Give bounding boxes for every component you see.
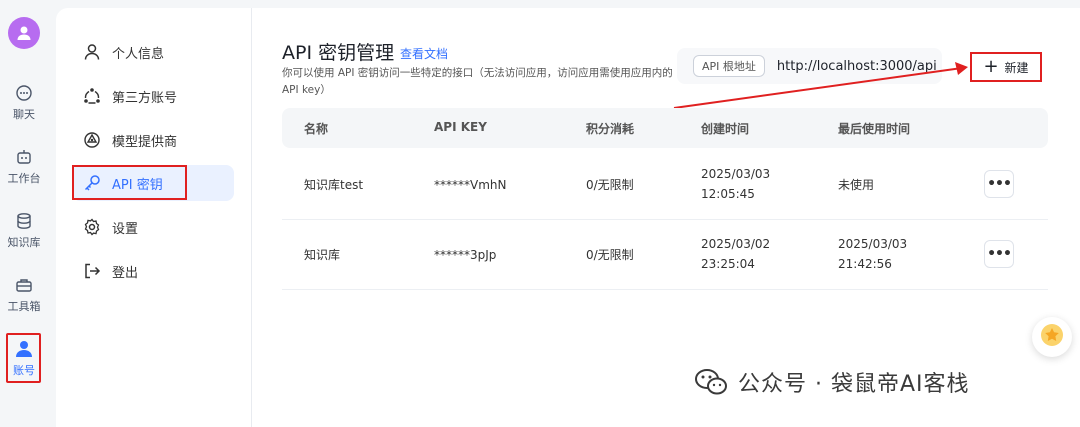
more-button[interactable]: ••• (984, 240, 1014, 268)
cell-key: ******3pJp (434, 248, 497, 262)
more-button[interactable]: ••• (984, 170, 1014, 198)
menu-item-settings[interactable]: 设置 (72, 209, 234, 245)
cell-last-used-time: 21:42:56 (838, 257, 892, 271)
new-key-label: 新建 (1004, 60, 1029, 75)
person-icon (82, 42, 102, 62)
wechat-icon (695, 369, 727, 395)
cell-usage: 0/无限制 (586, 248, 634, 262)
annotation-box (6, 333, 41, 383)
watermark: 公众号 · 袋鼠帝AI客栈 (694, 366, 970, 398)
rail-item-label: 知识库 (7, 236, 41, 249)
share-icon (82, 86, 102, 106)
cell-created-date: 2025/03/02 (701, 237, 771, 251)
app-rail: 聊天 工作台 知识库 工具箱 账号 (0, 0, 48, 427)
menu-item-logout[interactable]: 登出 (72, 253, 234, 289)
table-row: 知识库 ******3pJp 0/无限制 2025/03/02 23:25:04… (282, 220, 1048, 290)
menu-item-profile[interactable]: 个人信息 (72, 34, 234, 70)
col-usage: 积分消耗 (586, 122, 635, 136)
api-base-url: API 根地址 http://localhost:3000/api (677, 48, 942, 84)
api-key-panel: API 密钥管理 查看文档 你可以使用 API 密钥访问一些特定的接口（无法访问… (252, 8, 1080, 427)
plus-icon: + (983, 56, 999, 77)
rail-item-label: 工具箱 (7, 300, 41, 313)
favorite-button[interactable] (1032, 317, 1072, 357)
menu-item-label: 模型提供商 (112, 134, 178, 150)
page-description: 你可以使用 API 密钥访问一些特定的接口（无法访问应用，访问应用需使用应用内的… (282, 67, 673, 96)
logout-icon (82, 261, 102, 281)
base-url-value[interactable]: http://localhost:3000/api (777, 59, 937, 74)
rail-item-label: 聊天 (13, 108, 35, 121)
cell-key: ******VmhN (434, 178, 507, 192)
menu-item-label: 个人信息 (112, 46, 165, 62)
cell-created-date: 2025/03/03 (701, 167, 771, 181)
watermark-text: 公众号 · 袋鼠帝AI客栈 (738, 372, 970, 397)
col-created: 创建时间 (701, 122, 750, 136)
page-title: API 密钥管理 (282, 42, 395, 64)
robot-icon (13, 146, 35, 168)
col-name: 名称 (304, 122, 329, 136)
rail-item-knowledge[interactable]: 知识库 (0, 210, 48, 250)
star-icon (1040, 323, 1064, 351)
rail-item-workbench[interactable]: 工作台 (0, 146, 48, 186)
new-key-button[interactable]: + 新建 (970, 52, 1042, 82)
toolbox-icon (13, 274, 35, 296)
view-docs-link[interactable]: 查看文档 (400, 45, 448, 62)
menu-item-model-provider[interactable]: 模型提供商 (72, 122, 234, 158)
model-icon (82, 130, 102, 150)
rail-item-chat[interactable]: 聊天 (0, 82, 48, 122)
base-url-tag: API 根地址 (693, 55, 765, 77)
table-header: 名称 API KEY 积分消耗 创建时间 最后使用时间 (282, 108, 1048, 148)
cell-name: 知识库test (304, 178, 364, 192)
chat-icon (13, 82, 35, 104)
col-api-key: API KEY (434, 120, 487, 134)
cell-created-time: 23:25:04 (701, 257, 755, 271)
cell-usage: 0/无限制 (586, 178, 634, 192)
col-last-used: 最后使用时间 (838, 122, 911, 136)
annotation-box (72, 165, 187, 200)
cell-last-used-date: 未使用 (838, 178, 875, 192)
cell-name: 知识库 (304, 248, 341, 262)
table-row: 知识库test ******VmhN 0/无限制 2025/03/03 12:0… (282, 150, 1048, 220)
rail-item-toolbox[interactable]: 工具箱 (0, 274, 48, 314)
menu-item-label: 第三方账号 (112, 90, 178, 106)
menu-item-label: 登出 (112, 265, 139, 281)
database-icon (13, 210, 35, 232)
cell-created-time: 12:05:45 (701, 187, 755, 201)
rail-item-label: 工作台 (7, 172, 41, 185)
menu-item-label: 设置 (112, 221, 139, 237)
cell-last-used-date: 2025/03/03 (838, 237, 908, 251)
avatar[interactable] (8, 17, 40, 49)
menu-item-third-party[interactable]: 第三方账号 (72, 78, 234, 114)
gear-icon (82, 217, 102, 237)
